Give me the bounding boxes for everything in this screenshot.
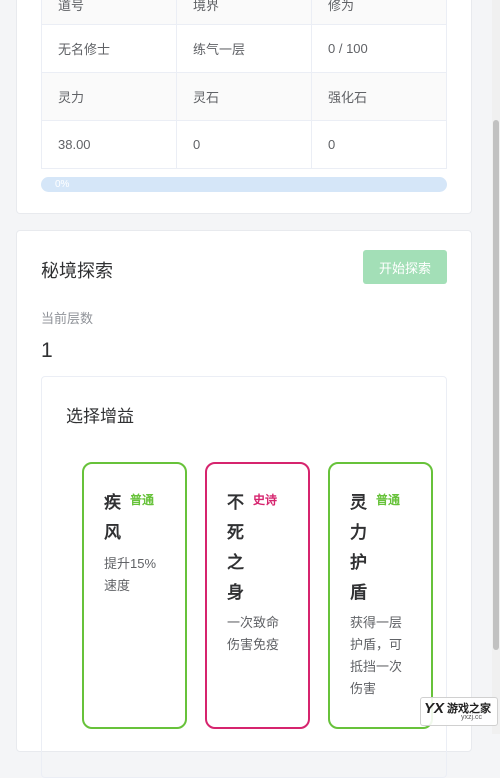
header-dao-name: 道号 [58, 0, 85, 13]
secret-realm-card: 秘境探索 开始探索 当前层数 1 选择增益 疾 风 普通 提升15% 速度 不 … [16, 230, 472, 778]
watermark-url: yxzj.cc [461, 714, 482, 721]
stats-value-row: 无名修士 练气一层 0 / 100 [42, 24, 446, 72]
page-scrollbar[interactable] [492, 0, 500, 734]
player-stats-card: 道号 境界 修为 无名修士 练气一层 0 / 100 灵力 灵石 强化石 38.… [16, 0, 472, 214]
buff-card-spirit-shield[interactable]: 灵 力 护 盾 普通 获得一层 护盾，可 抵挡一次 伤害 [328, 462, 433, 729]
value-cultivation: 0 / 100 [311, 25, 446, 72]
rarity-badge: 普通 [130, 493, 155, 507]
watermark-mark: YX [424, 700, 445, 717]
header-spirit-stones: 灵石 [176, 73, 311, 120]
start-explore-button[interactable]: 开始探索 [363, 250, 447, 284]
rarity-badge: 史诗 [253, 493, 278, 507]
value-realm: 练气一层 [176, 25, 311, 72]
value-dao-name: 无名修士 [58, 42, 111, 57]
current-floor-label: 当前层数 [41, 311, 94, 326]
buff-name: 灵 力 护 盾 [350, 493, 367, 602]
buff-selection-panel: 选择增益 疾 风 普通 提升15% 速度 不 死 之 身 史诗 一次致命 伤害免… [41, 376, 447, 778]
value-enhance-stones: 0 [311, 121, 446, 168]
stats-value-row: 38.00 0 0 [42, 120, 446, 168]
value-spirit-stones: 0 [176, 121, 311, 168]
buff-card-swift-wind[interactable]: 疾 风 普通 提升15% 速度 [82, 462, 187, 729]
progress-label: 0% [55, 179, 70, 190]
scrollbar-thumb[interactable] [493, 120, 499, 650]
buff-description: 一次致命 伤害免疫 [227, 615, 280, 652]
buff-name: 不 死 之 身 [227, 493, 244, 602]
buff-description: 提升15% 速度 [104, 556, 157, 593]
current-floor-value: 1 [41, 339, 53, 362]
header-realm: 境界 [176, 0, 311, 24]
site-watermark-logo: YX 游戏之家 yxzj.cc [420, 697, 498, 726]
section-title: 秘境探索 [41, 261, 113, 281]
stats-header-row: 灵力 灵石 强化石 [42, 72, 446, 120]
cultivation-progress-bar: 0% [41, 177, 447, 192]
buff-card-undying-body[interactable]: 不 死 之 身 史诗 一次致命 伤害免疫 [205, 462, 310, 729]
header-spirit-power: 灵力 [58, 90, 85, 105]
header-enhance-stones: 强化石 [311, 73, 446, 120]
value-spirit-power: 38.00 [58, 137, 91, 152]
buff-description: 获得一层 护盾，可 抵挡一次 伤害 [350, 615, 403, 696]
rarity-badge: 普通 [376, 493, 401, 507]
header-cultivation: 修为 [311, 0, 446, 24]
buff-name: 疾 风 [104, 493, 121, 542]
stats-header-row: 道号 境界 修为 [42, 0, 446, 24]
player-stats-table: 道号 境界 修为 无名修士 练气一层 0 / 100 灵力 灵石 强化石 38.… [41, 0, 447, 169]
buff-panel-title: 选择增益 [66, 407, 134, 426]
